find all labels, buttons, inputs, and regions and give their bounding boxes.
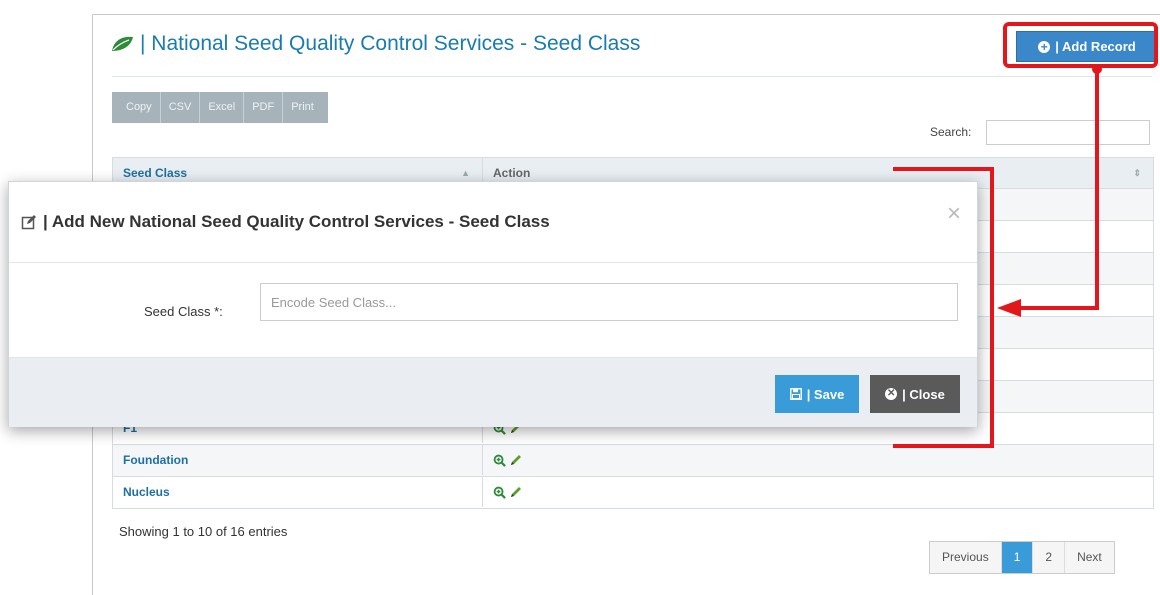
leaf-icon — [112, 36, 133, 51]
save-button[interactable]: | Save — [775, 375, 859, 413]
seed-class-cell: Nucleus — [113, 477, 483, 507]
title-divider — [112, 76, 1152, 77]
close-icon[interactable]: × — [947, 200, 961, 228]
column-label: Seed Class — [123, 166, 188, 180]
close-label: | Close — [902, 386, 945, 402]
pencil-icon[interactable] — [509, 453, 523, 467]
page-title-text: | National Seed Quality Control Services… — [140, 32, 641, 55]
copy-button[interactable]: Copy — [118, 92, 161, 123]
modal-title: | Add New National Seed Quality Control … — [21, 212, 550, 232]
seed-class-input[interactable]: Encode Seed Class... — [260, 283, 958, 321]
pagination-page-2[interactable]: 2 — [1033, 542, 1066, 573]
seed-class-cell: Foundation — [113, 445, 483, 475]
pagination: Previous 1 2 Next — [929, 541, 1115, 574]
csv-button[interactable]: CSV — [161, 92, 201, 123]
export-toolbar: Copy CSV Excel PDF Print — [112, 92, 328, 123]
column-label: Action — [493, 166, 531, 180]
pagination-next[interactable]: Next — [1065, 542, 1114, 573]
edit-icon — [21, 215, 36, 230]
print-button[interactable]: Print — [283, 92, 322, 123]
pencil-icon[interactable] — [509, 485, 523, 499]
sort-icon: ⇕ — [1133, 167, 1141, 178]
save-icon — [789, 388, 802, 400]
seed-class-label: Seed Class *: — [144, 304, 223, 319]
zoom-in-icon[interactable] — [493, 454, 506, 467]
pagination-previous[interactable]: Previous — [930, 542, 1002, 573]
x-circle-icon: ✕ — [885, 388, 898, 400]
action-cell — [483, 445, 1153, 475]
entries-info: Showing 1 to 10 of 16 entries — [119, 524, 288, 539]
search-input[interactable] — [986, 120, 1150, 145]
pdf-button[interactable]: PDF — [244, 92, 284, 123]
action-cell — [483, 477, 1153, 507]
table-row: Foundation — [112, 445, 1154, 477]
add-record-modal: | Add New National Seed Quality Control … — [8, 181, 978, 427]
save-label: | Save — [806, 386, 845, 402]
modal-title-text: | Add New National Seed Quality Control … — [43, 212, 550, 231]
sort-asc-icon: ▲ — [461, 168, 470, 178]
excel-button[interactable]: Excel — [200, 92, 245, 123]
close-button[interactable]: ✕ | Close — [870, 375, 960, 413]
annotation-highlight-add-record — [1003, 22, 1158, 68]
modal-header: | Add New National Seed Quality Control … — [9, 182, 977, 263]
table-row: Nucleus — [112, 477, 1154, 509]
search-label: Search: — [930, 125, 972, 139]
zoom-in-icon[interactable] — [493, 486, 506, 499]
pagination-page-1[interactable]: 1 — [1001, 542, 1034, 573]
page-title: | National Seed Quality Control Services… — [110, 32, 640, 56]
